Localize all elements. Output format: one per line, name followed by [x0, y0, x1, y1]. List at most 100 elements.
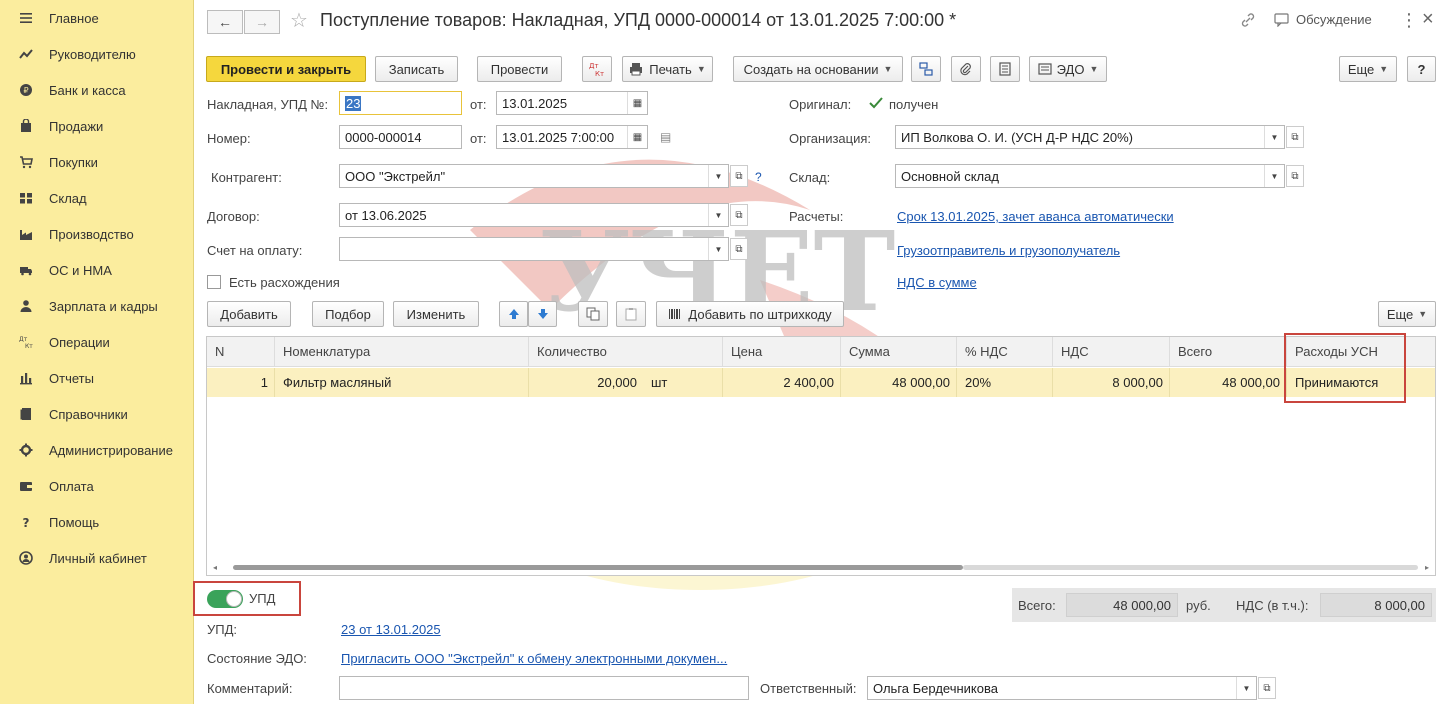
- discrepancy-checkbox[interactable]: [207, 275, 221, 289]
- save-button[interactable]: Записать: [375, 56, 458, 82]
- move-up-button[interactable]: [499, 301, 528, 327]
- open-icon[interactable]: ⧉: [1258, 677, 1276, 699]
- invoice-date-field[interactable]: 13.01.2025 ▦: [496, 91, 648, 115]
- chevron-down-icon: ▼: [696, 64, 706, 74]
- scroll-right-icon[interactable]: ▸: [1425, 563, 1429, 572]
- list-icon[interactable]: ▤: [660, 130, 671, 144]
- column-header-total[interactable]: Всего: [1170, 337, 1287, 367]
- chevron-down-icon[interactable]: ▼: [708, 238, 728, 260]
- forward-button[interactable]: →: [244, 10, 280, 34]
- link-icon[interactable]: [1240, 12, 1256, 31]
- upd-toggle[interactable]: [207, 590, 243, 608]
- add-by-barcode-button[interactable]: Добавить по штрихкоду: [656, 301, 844, 327]
- add-button[interactable]: Добавить: [207, 301, 291, 327]
- open-icon[interactable]: ⧉: [1286, 126, 1304, 148]
- copy-button[interactable]: [578, 301, 608, 327]
- chevron-down-icon[interactable]: ▼: [708, 204, 728, 226]
- comment-field[interactable]: [339, 676, 749, 700]
- shipper-link[interactable]: Грузоотправитель и грузополучатель: [897, 243, 1120, 258]
- print-button[interactable]: Печать ▼: [622, 56, 713, 82]
- create-based-on-button[interactable]: Создать на основании ▼: [733, 56, 903, 82]
- column-header-n[interactable]: N: [207, 337, 275, 367]
- sidebar-item-directories[interactable]: Справочники: [0, 396, 194, 432]
- attachment-button[interactable]: [951, 56, 981, 82]
- chevron-down-icon[interactable]: ▼: [1236, 677, 1256, 699]
- structure-button[interactable]: [911, 56, 941, 82]
- back-button[interactable]: ←: [207, 10, 243, 34]
- star-icon[interactable]: ☆: [290, 8, 308, 33]
- chevron-down-icon[interactable]: ▼: [1264, 165, 1284, 187]
- vat-link[interactable]: НДС в сумме: [897, 275, 977, 290]
- sidebar-item-salary[interactable]: Зарплата и кадры: [0, 288, 194, 324]
- column-header-vat-rate[interactable]: % НДС: [957, 337, 1053, 367]
- discussion-button[interactable]: Обсуждение: [1274, 12, 1372, 27]
- document-button[interactable]: [990, 56, 1020, 82]
- payment-invoice-field[interactable]: ▼: [339, 237, 729, 261]
- sidebar-item-sales[interactable]: Продажи: [0, 108, 194, 144]
- contract-field[interactable]: от 13.06.2025 ▼: [339, 203, 729, 227]
- help-button[interactable]: ?: [1407, 56, 1436, 82]
- paste-button[interactable]: [616, 301, 646, 327]
- sidebar-item-operations[interactable]: Дт Кт Операции: [0, 324, 194, 360]
- organization-field[interactable]: ИП Волкова О. И. (УСН Д-Р НДС 20%) ▼: [895, 125, 1285, 149]
- contractor-field[interactable]: ООО "Экстрейл" ▼: [339, 164, 729, 188]
- upd-link[interactable]: 23 от 13.01.2025: [341, 622, 441, 637]
- date-time-field[interactable]: 13.01.2025 7:00:00 ▦: [496, 125, 648, 149]
- wallet-icon: [19, 479, 33, 493]
- sidebar-item-admin[interactable]: Администрирование: [0, 432, 194, 468]
- more-icon[interactable]: ⋮: [1400, 10, 1418, 31]
- sidebar-item-manager[interactable]: Руководителю: [0, 36, 194, 72]
- chevron-down-icon[interactable]: ▼: [708, 165, 728, 187]
- open-icon[interactable]: ⧉: [1286, 165, 1304, 187]
- more-button[interactable]: Еще ▼: [1339, 56, 1397, 82]
- sidebar-item-warehouse[interactable]: Склад: [0, 180, 194, 216]
- open-icon[interactable]: ⧉: [730, 165, 748, 187]
- contractor-label: Контрагент:: [211, 170, 282, 185]
- close-icon[interactable]: ×: [1422, 8, 1434, 31]
- settlements-link[interactable]: Срок 13.01.2025, зачет аванса автоматиче…: [897, 209, 1174, 224]
- sidebar-item-purchases[interactable]: Покупки: [0, 144, 194, 180]
- sidebar-item-bank[interactable]: ₽ Банк и касса: [0, 72, 194, 108]
- sidebar-item-fixed-assets[interactable]: ОС и НМА: [0, 252, 194, 288]
- column-header-price[interactable]: Цена: [723, 337, 841, 367]
- sidebar-item-main[interactable]: Главное: [0, 0, 194, 36]
- responsible-field[interactable]: Ольга Бердечникова ▼: [867, 676, 1257, 700]
- table-more-button[interactable]: Еще ▼: [1378, 301, 1436, 327]
- invoice-date-value: 13.01.2025: [502, 95, 568, 111]
- horizontal-scrollbar[interactable]: ◂ ▸: [213, 563, 1429, 572]
- question-icon[interactable]: ?: [755, 170, 762, 184]
- column-header-vat[interactable]: НДС: [1053, 337, 1170, 367]
- post-and-close-button[interactable]: Провести и закрыть: [206, 56, 366, 82]
- discrepancy-label: Есть расхождения: [229, 275, 340, 290]
- number-field[interactable]: 0000-000014: [339, 125, 462, 149]
- dt-kt-button[interactable]: Дт Кт: [582, 56, 612, 82]
- warehouse-field[interactable]: Основной склад ▼: [895, 164, 1285, 188]
- original-checkbox[interactable]: [868, 95, 884, 111]
- sidebar-item-help[interactable]: ? Помощь: [0, 504, 194, 540]
- add-by-barcode-label: Добавить по штрихкоду: [688, 306, 832, 322]
- arrow-down-icon: [537, 309, 548, 319]
- column-header-sum[interactable]: Сумма: [841, 337, 957, 367]
- sidebar-item-account[interactable]: Личный кабинет: [0, 540, 194, 576]
- sidebar-item-production[interactable]: Производство: [0, 216, 194, 252]
- calendar-icon[interactable]: ▦: [627, 92, 647, 114]
- edo-button[interactable]: ЭДО ▼: [1029, 56, 1107, 82]
- column-header-qty[interactable]: Количество: [529, 337, 723, 367]
- sidebar-item-reports[interactable]: Отчеты: [0, 360, 194, 396]
- upd-toggle-label: УПД: [249, 591, 276, 606]
- move-down-button[interactable]: [528, 301, 557, 327]
- pick-button[interactable]: Подбор: [312, 301, 384, 327]
- open-icon[interactable]: ⧉: [730, 238, 748, 260]
- scroll-left-icon[interactable]: ◂: [213, 563, 217, 572]
- column-header-item[interactable]: Номенклатура: [275, 337, 529, 367]
- sidebar-item-payment[interactable]: Оплата: [0, 468, 194, 504]
- calendar-icon[interactable]: ▦: [627, 126, 647, 148]
- change-button[interactable]: Изменить: [393, 301, 479, 327]
- edo-state-link[interactable]: Пригласить ООО "Экстрейл" к обмену элект…: [341, 651, 727, 666]
- post-button[interactable]: Провести: [477, 56, 562, 82]
- scrollbar-thumb[interactable]: [233, 565, 963, 570]
- chevron-down-icon[interactable]: ▼: [1264, 126, 1284, 148]
- open-icon[interactable]: ⧉: [730, 204, 748, 226]
- svg-text:Кт: Кт: [25, 343, 33, 349]
- invoice-number-field[interactable]: 23: [339, 91, 462, 115]
